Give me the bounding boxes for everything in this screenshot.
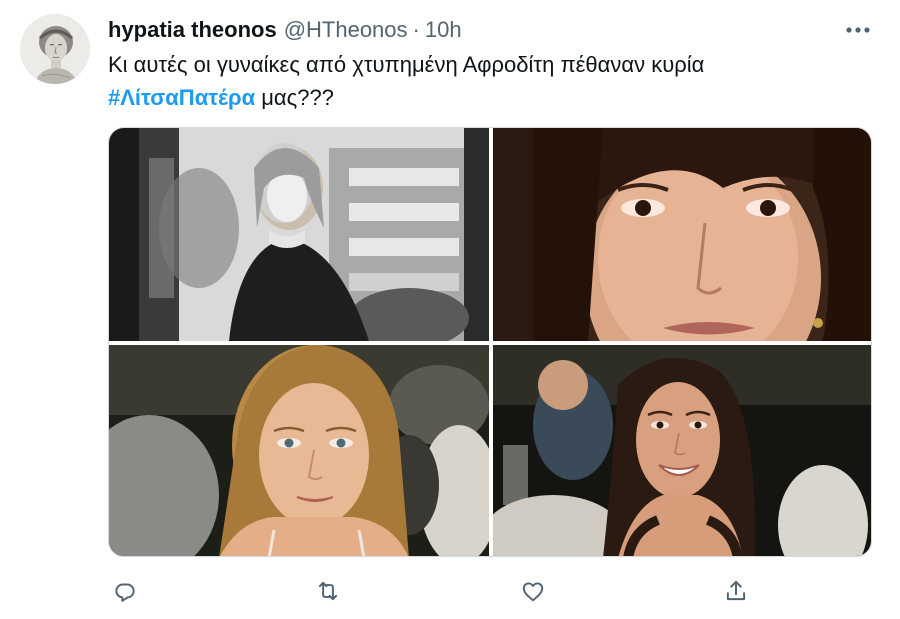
tweet-text-line-2: #ΛίτσαΠατέρα μας??? xyxy=(108,81,868,114)
media-grid xyxy=(108,127,872,557)
tweet-text-line-1: Κι αυτές οι γυναίκες από χτυπημένη Αφροδ… xyxy=(108,52,705,77)
retweet-button[interactable] xyxy=(311,574,345,608)
tweet-header: hypatia theonos @HTheonos · 10h xyxy=(108,14,462,46)
media-divider-horizontal xyxy=(109,341,871,345)
tweet-text-tail: μας??? xyxy=(255,85,334,110)
separator-dot: · xyxy=(412,17,420,42)
tweet-timestamp[interactable]: 10h xyxy=(425,17,462,43)
more-options-button[interactable] xyxy=(838,16,878,44)
more-dots-icon xyxy=(846,27,870,33)
hashtag-link[interactable]: #ΛίτσαΠατέρα xyxy=(108,85,255,110)
black-white-woman-photo-icon xyxy=(109,128,489,341)
photo-4[interactable] xyxy=(493,345,871,556)
hypatia-portrait-avatar-icon xyxy=(20,14,90,84)
reply-button[interactable] xyxy=(108,574,142,608)
photo-2[interactable] xyxy=(493,128,871,341)
blonde-woman-photo-icon xyxy=(109,345,489,556)
retweet-icon xyxy=(318,581,338,601)
share-button[interactable] xyxy=(719,574,753,608)
author-display-name[interactable]: hypatia theonos xyxy=(108,17,277,43)
reply-icon xyxy=(115,583,135,602)
author-handle[interactable]: @HTheonos xyxy=(284,17,408,43)
dark-hair-woman-closeup-photo-icon xyxy=(493,128,871,341)
photo-1[interactable] xyxy=(109,128,489,341)
like-icon xyxy=(522,582,544,602)
photo-3[interactable] xyxy=(109,345,489,556)
like-button[interactable] xyxy=(516,574,550,608)
tweet-actions xyxy=(108,574,788,608)
tweet-text: Κι αυτές οι γυναίκες από χτυπημένη Αφροδ… xyxy=(108,48,868,114)
smiling-brunette-woman-photo-icon xyxy=(493,345,871,556)
avatar[interactable] xyxy=(20,14,90,84)
share-icon xyxy=(726,580,746,601)
